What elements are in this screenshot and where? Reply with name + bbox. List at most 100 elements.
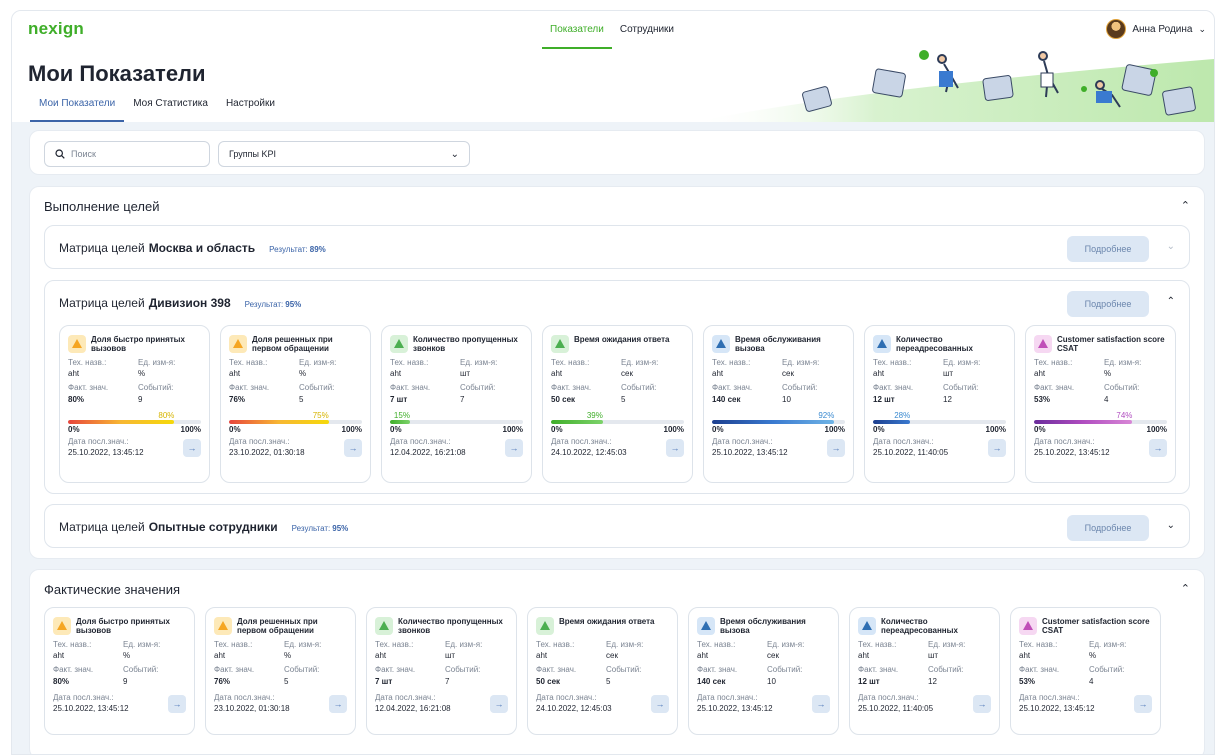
kpi-name: Время ожидания ответа	[559, 617, 655, 626]
unit-label: Ед. изм-я:	[621, 358, 659, 367]
nav-item-employees[interactable]: Сотрудники	[612, 11, 682, 49]
tab-my-indicators[interactable]: Мои Показатели	[30, 98, 125, 122]
progress-percent: 74%	[1034, 411, 1167, 420]
kpi-details: Тех. назв.: Ед. изм-я: aht сек Факт. зна…	[704, 358, 853, 407]
matrix-result: Результат: 95%	[292, 524, 349, 533]
arrow-right-icon[interactable]: →	[988, 439, 1006, 457]
unit-label: Ед. изм-я:	[606, 640, 644, 649]
kpi-icon	[858, 617, 876, 635]
nav-item-indicators[interactable]: Показатели	[542, 11, 612, 49]
chevron-up-icon[interactable]: ⌃	[1167, 296, 1175, 307]
arrow-right-icon[interactable]: →	[1134, 695, 1152, 713]
tech-name-label: Тех. назв.:	[858, 640, 897, 649]
details-button[interactable]: Подробнее	[1067, 236, 1149, 262]
last-value-date: Дата посл.знач.: 23.10.2022, 01:30:18 →	[221, 433, 370, 461]
matrix-title: Матрица целей Дивизион 398 Результат: 95%	[59, 296, 301, 310]
progress-bar: 75% 0% 100%	[221, 411, 370, 434]
matrix-name: Москва и область	[148, 241, 256, 255]
kpi-name: Доля быстро принятых вызовов	[76, 617, 170, 635]
last-value-date: Дата посл.знач.: 25.10.2022, 13:45:12 →	[689, 689, 838, 717]
kpi-card-header: Время ожидания ответа	[543, 326, 692, 358]
tab-my-statistics[interactable]: Моя Статистика	[124, 98, 217, 122]
kpi-card: Доля решенных при первом обращении Тех. …	[205, 607, 356, 735]
arrow-right-icon[interactable]: →	[168, 695, 186, 713]
events-value: 12	[928, 677, 937, 686]
progress-track	[390, 420, 523, 424]
tech-name-label: Тех. назв.:	[1019, 640, 1058, 649]
arrow-right-icon[interactable]: →	[490, 695, 508, 713]
date-label: Дата посл.знач.:	[53, 693, 114, 702]
unit-value: шт	[943, 369, 954, 378]
events-label: Событий:	[782, 383, 818, 392]
events-value: 10	[782, 395, 791, 404]
result-value: 89%	[309, 245, 326, 254]
fact-label: Факт. знач.	[53, 665, 94, 674]
tab-settings[interactable]: Настройки	[217, 98, 284, 122]
events-label: Событий:	[1104, 383, 1140, 392]
arrow-right-icon[interactable]: →	[183, 439, 201, 457]
arrow-right-icon[interactable]: →	[812, 695, 830, 713]
kpi-details: Тех. назв.: Ед. изм-я: aht % Факт. знач.…	[206, 640, 355, 689]
kpi-card: Количество пропущенных звонков Тех. назв…	[366, 607, 517, 735]
events-label: Событий:	[1089, 665, 1125, 674]
progress-fill	[68, 420, 175, 424]
progress-bar: 92% 0% 100%	[704, 411, 853, 434]
progress-bar: 80% 0% 100%	[60, 411, 209, 434]
arrow-right-icon[interactable]: →	[505, 439, 523, 457]
progress-fill	[712, 420, 835, 424]
arrow-right-icon[interactable]: →	[1149, 439, 1167, 457]
matrix-division-398: Матрица целей Дивизион 398 Результат: 95%…	[44, 280, 1190, 494]
kpi-card: Доля быстро принятых вызовов Тех. назв.:…	[44, 607, 195, 735]
unit-label: Ед. изм-я:	[284, 640, 322, 649]
progress-label: 28%	[894, 411, 911, 420]
progress-track	[68, 420, 201, 424]
date-value: 24.10.2022, 12:45:03	[551, 448, 627, 457]
chevron-down-icon[interactable]: ⌄	[1167, 520, 1175, 531]
arrow-right-icon[interactable]: →	[827, 439, 845, 457]
facts-section: Фактические значения ⌃ Доля быстро приня…	[29, 569, 1205, 754]
matrix-title: Матрица целей Опытные сотрудники Результ…	[59, 520, 348, 534]
date-value: 25.10.2022, 13:45:12	[697, 704, 773, 713]
kpi-card-header: Время обслуживания вызова	[689, 608, 838, 640]
arrow-right-icon[interactable]: →	[344, 439, 362, 457]
events-label: Событий:	[445, 665, 481, 674]
search-field[interactable]	[44, 141, 210, 167]
date-value: 25.10.2022, 13:45:12	[712, 448, 788, 457]
chevron-down-icon[interactable]: ⌄	[1167, 241, 1175, 252]
unit-label: Ед. изм-я:	[123, 640, 161, 649]
kpi-details: Тех. назв.: Ед. изм-я: aht сек Факт. зна…	[689, 640, 838, 689]
details-button[interactable]: Подробнее	[1067, 515, 1149, 541]
unit-label: Ед. изм-я:	[928, 640, 966, 649]
tech-name-value: aht	[712, 369, 724, 378]
kpi-icon	[697, 617, 715, 635]
kpi-group-select[interactable]: Группы KPI ⌄	[218, 141, 470, 167]
unit-label: Ед. изм-я:	[299, 358, 337, 367]
search-input[interactable]	[71, 149, 191, 159]
fact-label: Факт. знач.	[390, 383, 431, 392]
tech-name-value: aht	[53, 651, 65, 660]
chevron-up-icon[interactable]: ⌃	[1181, 582, 1190, 595]
last-value-date: Дата посл.знач.: 25.10.2022, 13:45:12 →	[60, 433, 209, 461]
fact-value: 140 сек	[697, 677, 726, 686]
fact-value: 140 сек	[712, 395, 741, 404]
progress-track	[712, 420, 845, 424]
date-label: Дата посл.знач.:	[536, 693, 597, 702]
tech-name-label: Тех. назв.:	[873, 358, 912, 367]
main-nav: Показатели Сотрудники	[542, 11, 682, 49]
chevron-up-icon[interactable]: ⌃	[1181, 199, 1190, 212]
arrow-right-icon[interactable]: →	[666, 439, 684, 457]
fact-label: Факт. знач.	[858, 665, 899, 674]
arrow-right-icon[interactable]: →	[973, 695, 991, 713]
kpi-card-header: Время обслуживания вызова	[704, 326, 853, 358]
kpi-name: Количество переадресованных	[896, 335, 973, 353]
events-value: 5	[606, 677, 611, 686]
events-label: Событий:	[606, 665, 642, 674]
arrow-right-icon[interactable]: →	[329, 695, 347, 713]
fact-value: 76%	[229, 395, 246, 404]
arrow-right-icon[interactable]: →	[651, 695, 669, 713]
user-menu[interactable]: Анна Родина ⌄	[1106, 19, 1206, 39]
events-label: Событий:	[138, 383, 174, 392]
unit-value: %	[138, 369, 146, 378]
details-button[interactable]: Подробнее	[1067, 291, 1149, 317]
tech-name-value: aht	[1019, 651, 1031, 660]
